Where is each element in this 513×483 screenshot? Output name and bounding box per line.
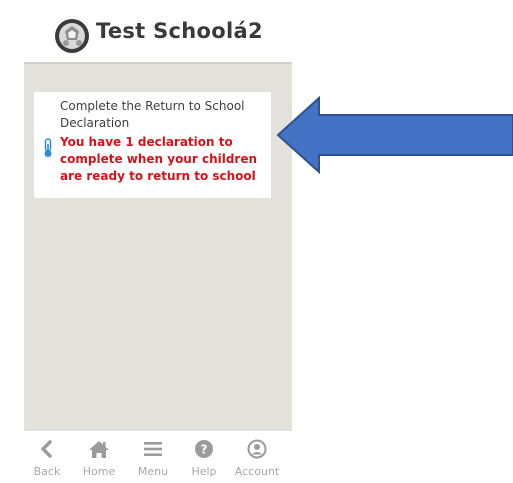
app-screen: Test Schoolá2 Complete the Return to Sch… — [24, 0, 292, 483]
card-message: You have 1 declaration to complete when … — [60, 135, 258, 183]
main-content: Complete the Return to School Declaratio… — [24, 64, 292, 431]
tab-help[interactable]: ? Help — [177, 439, 231, 483]
tab-label-back: Back — [33, 465, 61, 478]
page-title: Test Schoolá2 — [96, 19, 263, 43]
bottom-tab-bar: Back Home Menu ? Help Account — [24, 431, 292, 483]
app-header: Test Schoolá2 — [24, 0, 292, 64]
tab-label-home: Home — [82, 465, 116, 478]
chevron-left-icon — [41, 440, 52, 458]
account-icon — [247, 439, 267, 459]
hamburger-menu-icon — [144, 442, 162, 456]
home-icon — [89, 441, 109, 458]
left-arrow-icon — [277, 96, 513, 174]
tab-back[interactable]: Back — [24, 439, 74, 483]
tab-account[interactable]: Account — [230, 439, 284, 483]
tab-home[interactable]: Home — [72, 439, 126, 483]
card-title: Complete the Return to School Declaratio… — [60, 99, 245, 130]
svg-text:?: ? — [201, 443, 208, 457]
tab-label-menu: Menu — [137, 465, 169, 478]
tab-menu[interactable]: Menu — [126, 439, 180, 483]
tab-label-help: Help — [191, 465, 217, 478]
tab-label-account: Account — [234, 465, 280, 478]
school-logo-icon — [55, 19, 89, 53]
declaration-card[interactable]: Complete the Return to School Declaratio… — [34, 92, 271, 198]
thermometer-icon — [44, 138, 52, 157]
help-icon: ? — [195, 440, 213, 458]
